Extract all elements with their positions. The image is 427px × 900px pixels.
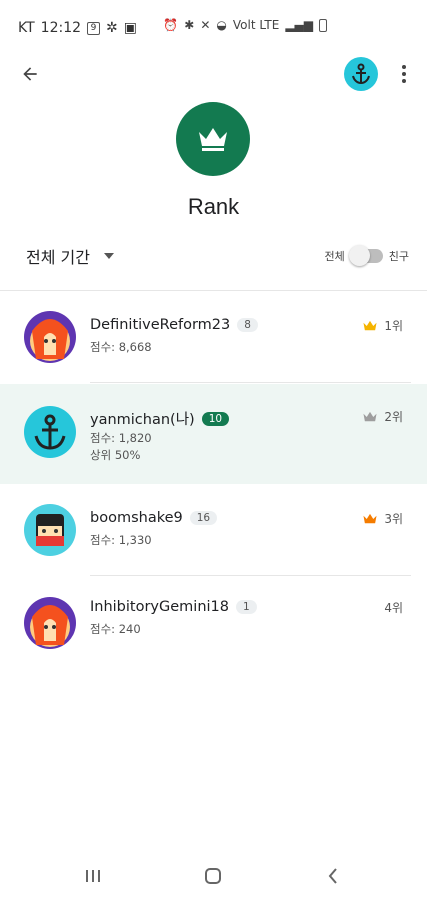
avatar [24, 311, 76, 363]
account-avatar-button[interactable] [344, 57, 378, 91]
row-divider [90, 575, 411, 576]
rank-crown-badge [176, 102, 250, 176]
friends-only-toggle[interactable] [348, 245, 383, 266]
avatar [24, 504, 76, 556]
period-label: 전체 기간 [26, 248, 90, 267]
list-item[interactable]: DefinitiveReform23 8 점수: 8,668 1위 [0, 291, 427, 383]
home-button[interactable] [198, 864, 228, 888]
rank-position: 3위 [362, 510, 403, 527]
player-name-row: DefinitiveReform23 8 [90, 317, 258, 333]
settings-notification-icon: ✲ [106, 20, 118, 36]
player-name: InhibitoryGemini18 [90, 599, 229, 615]
player-name: DefinitiveReform23 [90, 317, 231, 333]
app-notification-icon: ▣ [123, 20, 137, 36]
filter-row: 전체 기간 전체 친구 [0, 238, 427, 278]
mute-icon: ✕ [200, 18, 211, 32]
carrier-label: KT [18, 20, 35, 36]
scope-all-label: 전체 [324, 250, 345, 263]
player-score: 점수: 8,668 [90, 340, 152, 354]
recent-apps-icon [86, 870, 100, 882]
player-name: boomshake9 [90, 510, 183, 526]
player-score: 점수: 1,330 [90, 533, 152, 547]
back-button[interactable] [16, 60, 44, 88]
level-badge: 10 [201, 411, 230, 426]
anchor-icon [352, 63, 370, 85]
silver-crown-icon [363, 411, 377, 421]
player-score: 점수: 1,820 [90, 431, 152, 445]
home-icon [205, 868, 221, 884]
page-title: Rank [187, 194, 240, 219]
rank-label: 2위 [384, 410, 403, 424]
network-label: Volt LTE [232, 18, 280, 32]
player-name-row: yanmichan(나) 10 [90, 408, 230, 429]
rank-position: 4위 [384, 599, 403, 616]
ninja-avatar-icon [24, 504, 76, 556]
notification-icon: 9 [87, 21, 101, 35]
chevron-left-icon [328, 868, 337, 884]
bluetooth-icon: ✱ [184, 18, 195, 32]
anchor-avatar-icon [24, 406, 76, 458]
rank-position: 1위 [362, 317, 403, 334]
battery-icon [319, 18, 327, 32]
recent-apps-button[interactable] [78, 864, 108, 888]
alarm-icon: ⏰ [163, 18, 179, 32]
bronze-crown-icon [363, 513, 377, 523]
period-dropdown[interactable]: 전체 기간 [26, 244, 114, 268]
level-badge: 8 [237, 318, 258, 332]
clock: 12:12 [40, 20, 82, 36]
more-vert-icon [402, 65, 406, 83]
level-badge: 1 [236, 600, 257, 614]
player-name-row: InhibitoryGemini18 1 [90, 599, 257, 615]
caret-down-icon [103, 253, 114, 259]
avatar [24, 406, 76, 458]
system-back-button[interactable] [318, 864, 348, 888]
crown-icon [199, 128, 227, 151]
list-item-current-user[interactable]: yanmichan(나) 10 점수: 1,820 상위 50% 2위 [0, 384, 427, 484]
wifi-icon: ◒ [216, 18, 227, 32]
list-item[interactable]: InhibitoryGemini18 1 점수: 240 4위 [0, 577, 427, 669]
player-name: yanmichan(나) [90, 412, 195, 428]
rank-label: 3위 [384, 512, 403, 526]
signal-icon: ▂▄▆ [285, 18, 313, 32]
more-options-button[interactable] [392, 60, 416, 88]
rank-label: 4위 [384, 601, 403, 615]
list-item[interactable]: boomshake9 16 점수: 1,330 3위 [0, 484, 427, 576]
gold-crown-icon [363, 320, 377, 330]
scope-friends-label: 친구 [388, 250, 409, 263]
toggle-knob [348, 245, 370, 266]
row-divider [90, 382, 411, 383]
fox-avatar-icon [24, 597, 76, 649]
player-name-row: boomshake9 16 [90, 510, 218, 526]
player-score: 점수: 240 [90, 622, 141, 636]
level-badge: 16 [189, 511, 218, 525]
fox-avatar-icon [24, 311, 76, 363]
player-percentile: 상위 50% [90, 448, 141, 462]
scope-toggle-group: 전체 친구 [324, 245, 409, 266]
app-bar [0, 48, 427, 100]
system-nav-bar [0, 850, 427, 900]
rank-position: 2위 [362, 408, 403, 425]
avatar [24, 597, 76, 649]
arrow-left-icon [23, 67, 37, 81]
rank-label: 1위 [384, 319, 403, 333]
